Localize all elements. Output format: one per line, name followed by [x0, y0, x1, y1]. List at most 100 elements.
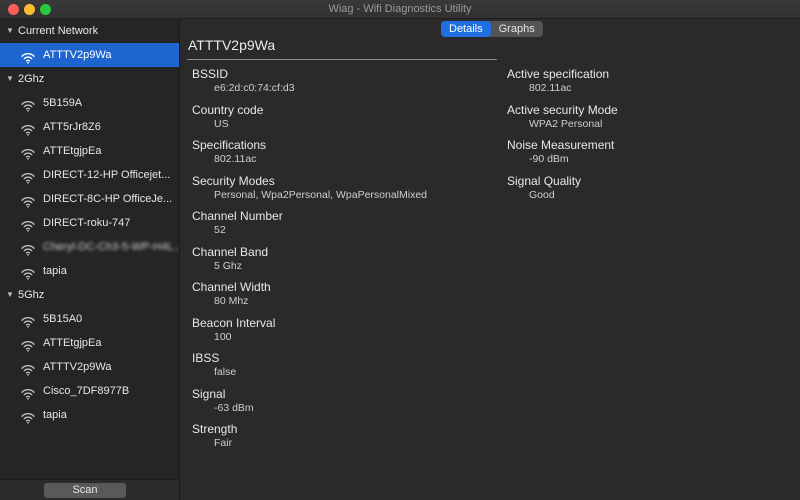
- field-value: -63 dBm: [214, 401, 254, 414]
- details-right-column: Active specification 802.11ac Active secur…: [507, 67, 787, 209]
- group-header-5ghz[interactable]: ▼ 5Ghz: [0, 283, 179, 307]
- field-label: Noise Measurement: [507, 138, 615, 152]
- network-item[interactable]: ATTTV2p9Wa: [0, 355, 179, 379]
- sidebar-footer: Scan: [0, 479, 179, 500]
- network-item[interactable]: Cheryl-DC-Ch3-5-WP-H4L...: [0, 235, 179, 259]
- field-channel-number: Channel Number 52: [192, 209, 492, 245]
- field-signal-quality: Signal Quality Good: [507, 174, 787, 210]
- scan-button[interactable]: Scan: [44, 483, 126, 498]
- network-item[interactable]: DIRECT-8C-HP OfficeJe...: [0, 187, 179, 211]
- tab-graphs[interactable]: Graphs: [491, 21, 543, 37]
- field-value: Good: [529, 188, 555, 201]
- field-beacon-interval: Beacon Interval 100: [192, 316, 492, 352]
- field-value: e6:2d:c0:74:cf:d3: [214, 82, 295, 94]
- network-item[interactable]: 5B159A: [0, 91, 179, 115]
- title-bar: Wiag - Wifi Diagnostics Utility: [0, 0, 800, 19]
- field-signal: Signal -63 dBm: [192, 387, 492, 423]
- group-label: 5Ghz: [18, 289, 45, 301]
- group-header-current-network[interactable]: ▼ Current Network: [0, 19, 179, 43]
- field-active-security-mode: Active security Mode WPA2 Personal: [507, 103, 787, 139]
- wifi-icon: [21, 169, 35, 184]
- field-label: Country code: [192, 102, 264, 117]
- field-label: Active specification: [507, 67, 610, 81]
- field-value: 100: [214, 330, 232, 343]
- details-left-column: BSSID e6:2d:c0:74:cf:d3 Country code US Spec…: [192, 67, 492, 458]
- field-value: Fair: [214, 437, 233, 449]
- field-value: WPA2 Personal: [529, 117, 603, 130]
- field-label: Channel Number: [192, 209, 283, 223]
- field-strength: Strength Fair: [192, 422, 492, 458]
- network-item-label: ATTEtgjpEa: [43, 145, 102, 157]
- field-label: Signal Quality: [507, 173, 582, 188]
- field-noise-measurement: Noise Measurement -90 dBm: [507, 138, 787, 174]
- network-item-label: Cisco_7DF8977B: [43, 385, 130, 397]
- field-label: Channel Band: [192, 244, 269, 259]
- network-item[interactable]: 5B15A0: [0, 307, 179, 331]
- network-item[interactable]: DIRECT-12-HP Officejet...: [0, 163, 179, 187]
- field-label: IBSS: [192, 351, 220, 365]
- field-label: Active security Mode: [507, 102, 618, 117]
- network-item-label: ATTTV2p9Wa: [43, 361, 112, 373]
- window-title: Wiag - Wifi Diagnostics Utility: [328, 3, 472, 15]
- wifi-icon: [21, 193, 35, 208]
- wifi-icon: [21, 409, 35, 424]
- group-label: 2Ghz: [18, 73, 45, 85]
- group-header-2ghz[interactable]: ▼ 2Ghz: [0, 67, 179, 91]
- network-item[interactable]: ATT5rJr8Z6: [0, 115, 179, 139]
- field-country-code: Country code US: [192, 103, 492, 139]
- disclosure-triangle-icon[interactable]: ▼: [6, 67, 14, 91]
- disclosure-triangle-icon[interactable]: ▼: [6, 283, 14, 307]
- field-label: Signal: [192, 386, 226, 401]
- network-item[interactable]: Cisco_7DF8977B: [0, 379, 179, 403]
- wifi-icon: [21, 313, 35, 328]
- field-channel-width: Channel Width 80 Mhz: [192, 280, 492, 316]
- group-label: Current Network: [18, 25, 99, 37]
- network-item-label: tapia: [43, 409, 67, 421]
- network-item-label: Cheryl-DC-Ch3-5-WP-H4L...: [43, 241, 179, 253]
- wifi-icon: [21, 385, 35, 400]
- field-label: Security Modes: [192, 173, 275, 188]
- network-item-label: DIRECT-roku-747: [43, 217, 131, 229]
- field-label: BSSID: [192, 67, 229, 81]
- network-item[interactable]: ATTEtgjpEa: [0, 139, 179, 163]
- view-segmented-control: Details Graphs: [441, 21, 543, 37]
- network-item[interactable]: DIRECT-roku-747: [0, 211, 179, 235]
- network-item-label: ATTTV2p9Wa: [43, 49, 112, 61]
- network-item[interactable]: ATTTV2p9Wa: [0, 43, 179, 67]
- field-value: 52: [214, 224, 226, 236]
- network-item[interactable]: tapia: [0, 403, 179, 427]
- tab-details[interactable]: Details: [441, 21, 491, 37]
- network-item-label: 5B159A: [43, 97, 83, 109]
- details-pane: Details Graphs ATTTV2p9Wa BSSID e6:2d:c0:7…: [181, 19, 800, 500]
- field-security-modes: Security Modes Personal, Wpa2Personal, Wp…: [192, 174, 492, 210]
- network-item[interactable]: tapia: [0, 259, 179, 283]
- disclosure-triangle-icon[interactable]: ▼: [6, 19, 14, 43]
- field-label: Strength: [192, 422, 238, 436]
- field-specifications: Specifications 802.11ac: [192, 138, 492, 174]
- network-list[interactable]: ▼ Current Network ATTTV2p9Wa ▼ 2Ghz 5B159A ATT…: [0, 19, 179, 479]
- network-item-label: ATTEtgjpEa: [43, 337, 102, 349]
- field-value: 80 Mhz: [214, 295, 249, 307]
- wifi-icon: [21, 241, 35, 256]
- wifi-icon: [21, 49, 35, 64]
- field-label: Beacon Interval: [192, 315, 276, 330]
- field-value: 802.11ac: [529, 82, 572, 94]
- network-sidebar: ▼ Current Network ATTTV2p9Wa ▼ 2Ghz 5B159A ATT…: [0, 19, 180, 500]
- field-label: Specifications: [192, 138, 267, 152]
- network-item[interactable]: ATTEtgjpEa: [0, 331, 179, 355]
- wifi-icon: [21, 337, 35, 352]
- wifi-icon: [21, 145, 35, 160]
- field-value: Personal, Wpa2Personal, WpaPersonalMixed: [214, 188, 428, 201]
- field-value: 802.11ac: [214, 153, 257, 165]
- network-item-label: tapia: [43, 265, 67, 277]
- network-item-label: DIRECT-8C-HP OfficeJe...: [43, 193, 173, 205]
- network-item-label: 5B15A0: [43, 313, 83, 325]
- field-label: Channel Width: [192, 280, 271, 294]
- field-bssid: BSSID e6:2d:c0:74:cf:d3: [192, 67, 492, 103]
- wifi-icon: [21, 217, 35, 232]
- field-value: false: [214, 366, 237, 378]
- network-item-label: DIRECT-12-HP Officejet...: [43, 169, 171, 181]
- wifi-icon: [21, 97, 35, 112]
- field-ibss: IBSS false: [192, 351, 492, 387]
- wifi-icon: [21, 265, 35, 280]
